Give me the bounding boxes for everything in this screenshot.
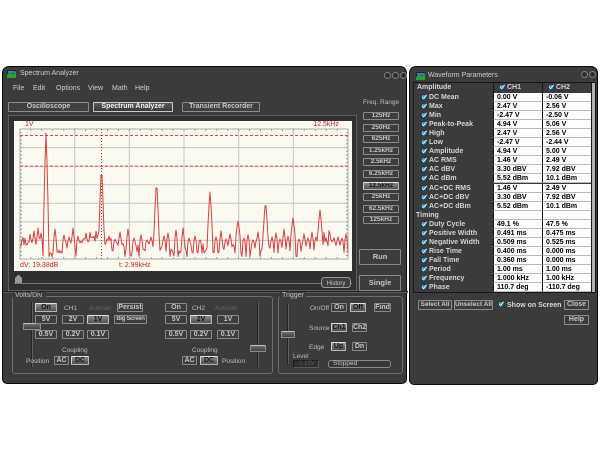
svg-text:History: History [327, 281, 346, 287]
svg-text:t: 2.99kHz: t: 2.99kHz [119, 262, 151, 269]
svg-text:1V: 1V [25, 121, 34, 128]
svg-text:dV: 19.38dB: dV: 19.38dB [20, 262, 59, 269]
svg-text:12.5kHz: 12.5kHz [313, 121, 339, 128]
